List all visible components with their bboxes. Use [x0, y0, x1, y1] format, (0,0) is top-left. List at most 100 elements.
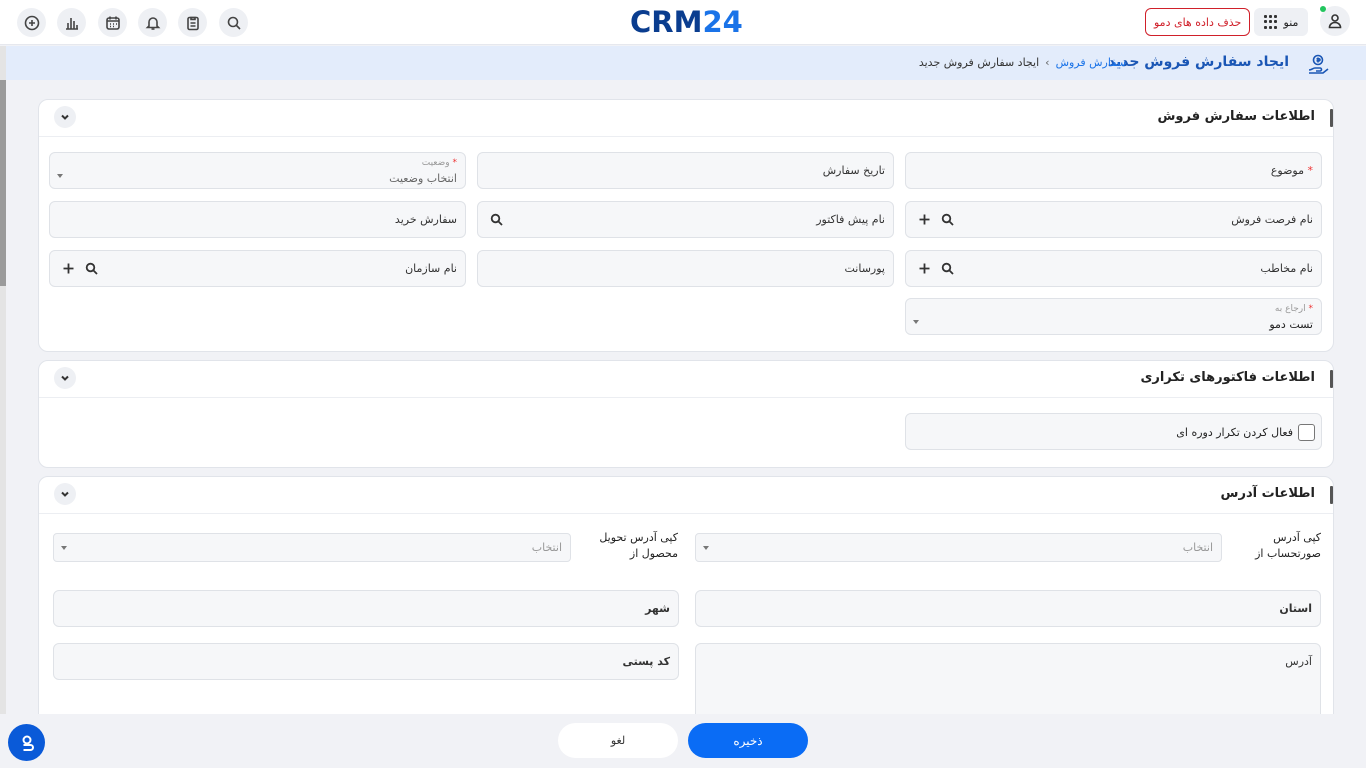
select-placeholder: انتخاب — [1182, 541, 1213, 554]
breadcrumb-link-sales-order[interactable]: سفارش فروش — [1056, 56, 1126, 69]
copy-shipping-label-line1: کپی آدرس تحویل — [599, 531, 678, 544]
status-label: وضعیت — [421, 158, 450, 168]
address-info-header[interactable]: اطلاعات آدرس — [39, 477, 1334, 514]
search-icon[interactable] — [941, 213, 954, 226]
city-label: شهر — [645, 602, 670, 615]
copy-billing-label-line1: کپی آدرس — [1273, 531, 1321, 544]
commission-label: پورسانت — [844, 262, 886, 275]
reports-chart-icon[interactable] — [57, 8, 86, 37]
logo-crm-text: CRM — [630, 5, 703, 39]
recurring-invoices-header[interactable]: اطلاعات فاکتورهای تکراری — [39, 361, 1333, 398]
bell-icon[interactable] — [138, 8, 167, 37]
menu-label: منو — [1283, 15, 1299, 29]
province-label: استان — [1279, 602, 1312, 615]
chevron-down-icon — [61, 375, 69, 381]
caret-down-icon — [703, 546, 709, 550]
recurring-invoices-panel: اطلاعات فاکتورهای تکراری فعال کردن تکرار… — [38, 360, 1334, 468]
address-info-panel: اطلاعات آدرس کپی آدرس صورتحساب از انتخاب… — [38, 476, 1334, 727]
page-scrollbar[interactable] — [0, 46, 6, 714]
section-title: اطلاعات آدرس — [1220, 486, 1334, 504]
purchase-order-label: سفارش خرید — [394, 213, 457, 226]
copy-shipping-address-select[interactable]: انتخاب — [53, 533, 571, 562]
top-bar: CRM 24 حذف داده های دمو منو — [0, 0, 1366, 45]
collapse-button[interactable] — [54, 483, 76, 505]
online-status-dot — [1320, 6, 1326, 12]
search-icon[interactable] — [219, 8, 248, 37]
opportunity-field[interactable]: نام فرصت فروش — [905, 201, 1322, 238]
collapse-button[interactable] — [54, 106, 76, 128]
chevron-down-icon — [61, 491, 69, 497]
sales-order-info-panel: اطلاعات سفارش فروش * موضوع تاریخ سفارش *… — [38, 99, 1334, 352]
caret-down-icon — [57, 174, 63, 178]
organization-field[interactable]: نام سازمان — [49, 250, 466, 287]
subject-label: موضوع — [1270, 164, 1304, 177]
crm24-logo[interactable]: CRM 24 — [630, 5, 743, 39]
section-title: اطلاعات سفارش فروش — [1157, 109, 1333, 127]
contact-label: نام مخاطب — [1260, 262, 1313, 275]
search-icon[interactable] — [941, 262, 954, 275]
enable-recurring-label: فعال کردن تکرار دوره ای — [1176, 426, 1293, 439]
caret-down-icon — [61, 546, 67, 550]
plus-icon[interactable] — [918, 213, 931, 226]
purchase-order-field[interactable]: سفارش خرید — [49, 201, 466, 238]
assigned-to-label: ارجاع به — [1274, 304, 1306, 314]
breadcrumb: سفارش فروش › ایجاد سفارش فروش جدید — [919, 56, 1126, 69]
form-footer: ذخیره لغو — [0, 714, 1366, 768]
status-placeholder: انتخاب وضعیت — [389, 172, 457, 185]
contact-field[interactable]: نام مخاطب — [905, 250, 1322, 287]
breadcrumb-bar: ایجاد سفارش فروش جدید سفارش فروش › ایجاد… — [0, 46, 1366, 80]
required-mark: * — [1308, 304, 1314, 314]
assigned-to-value: تست دمو — [1269, 318, 1313, 331]
collapse-button[interactable] — [54, 367, 76, 389]
cancel-button[interactable]: لغو — [558, 723, 678, 758]
commission-field[interactable]: پورسانت — [477, 250, 894, 287]
proforma-label: نام پیش فاکتور — [816, 213, 885, 226]
order-date-label: تاریخ سفارش — [822, 164, 885, 177]
clipboard-icon[interactable] — [178, 8, 207, 37]
postal-code-field[interactable]: کد پستی — [53, 643, 679, 680]
enable-recurring-field[interactable]: فعال کردن تکرار دوره ای — [905, 413, 1322, 450]
address-label: آدرس — [1285, 655, 1312, 668]
copy-shipping-label-line2: محصول از — [629, 547, 678, 560]
scrollbar-thumb[interactable] — [0, 80, 6, 286]
plus-icon[interactable] — [62, 262, 75, 275]
search-icon[interactable] — [85, 262, 98, 275]
support-chat-button[interactable] — [8, 724, 45, 761]
caret-down-icon — [913, 320, 919, 324]
copy-billing-address-select[interactable]: انتخاب — [695, 533, 1222, 562]
postal-code-label: کد پستی — [622, 655, 670, 668]
breadcrumb-current: ایجاد سفارش فروش جدید — [918, 56, 1040, 69]
add-circle-icon[interactable] — [17, 8, 46, 37]
order-date-field[interactable]: تاریخ سفارش — [477, 152, 894, 189]
save-button[interactable]: ذخیره — [688, 723, 808, 758]
user-icon — [1328, 14, 1342, 29]
logo-number-text: 24 — [702, 5, 743, 39]
search-icon[interactable] — [490, 213, 503, 226]
plus-icon[interactable] — [918, 262, 931, 275]
menu-button[interactable]: منو — [1254, 8, 1308, 36]
apps-grid-icon — [1263, 15, 1278, 29]
copy-billing-label-line2: صورتحساب از — [1255, 547, 1321, 560]
city-field[interactable]: شهر — [53, 590, 679, 627]
chat-support-icon — [22, 735, 34, 751]
province-field[interactable]: استان — [695, 590, 1321, 627]
calendar-icon[interactable] — [98, 8, 127, 37]
copy-shipping-address-label: کپی آدرس تحویل محصول از — [599, 530, 678, 562]
chevron-left-icon: › — [1045, 56, 1050, 69]
proforma-field[interactable]: نام پیش فاکتور — [477, 201, 894, 238]
required-mark: * — [452, 158, 458, 168]
select-placeholder: انتخاب — [531, 541, 562, 554]
subject-field[interactable]: * موضوع — [905, 152, 1322, 189]
chevron-down-icon — [61, 114, 69, 120]
delete-demo-data-button[interactable]: حذف داده های دمو — [1145, 8, 1251, 36]
enable-recurring-checkbox[interactable] — [1298, 424, 1315, 441]
copy-billing-address-label: کپی آدرس صورتحساب از — [1255, 530, 1321, 562]
section-title: اطلاعات فاکتورهای تکراری — [1140, 370, 1333, 388]
status-select[interactable]: * وضعیت انتخاب وضعیت — [49, 152, 466, 189]
sales-order-icon — [1306, 53, 1330, 75]
organization-label: نام سازمان — [405, 262, 457, 275]
sales-order-info-header[interactable]: اطلاعات سفارش فروش — [39, 100, 1333, 137]
opportunity-label: نام فرصت فروش — [1231, 213, 1313, 226]
assigned-to-select[interactable]: * ارجاع به تست دمو — [905, 298, 1322, 335]
page-title: ایجاد سفارش فروش جدید — [1107, 54, 1289, 70]
